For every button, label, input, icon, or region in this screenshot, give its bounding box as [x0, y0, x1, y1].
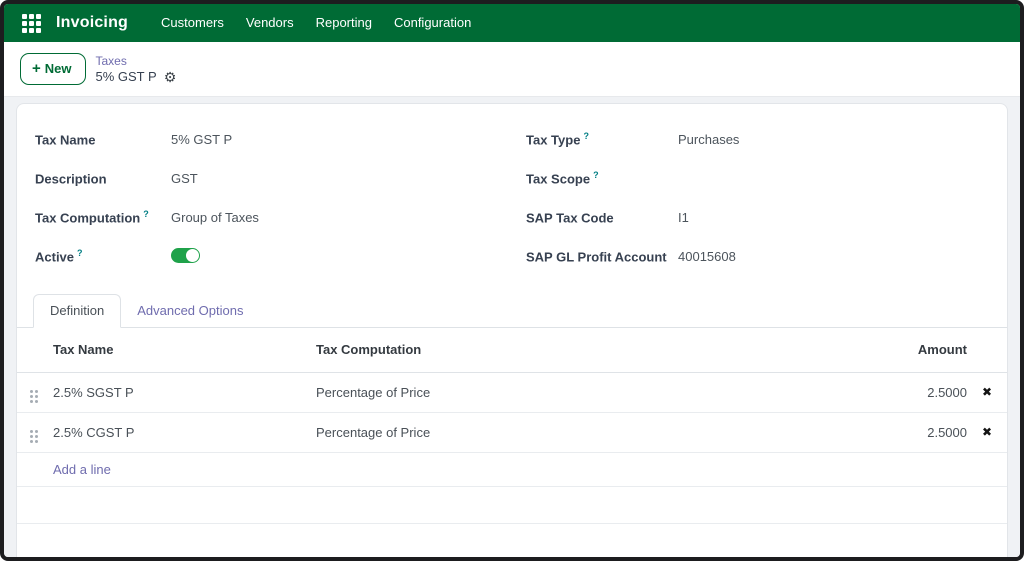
tax-scope-label: Tax Scope?: [526, 170, 599, 187]
tax-computation-label: Tax Computation?: [35, 209, 149, 226]
sap-gl-profit-account-label: SAP GL Profit Account: [526, 249, 667, 265]
field-description: Description GST: [35, 159, 486, 198]
help-icon: ?: [143, 209, 149, 220]
description-label: Description: [35, 171, 107, 187]
tax-scope-select[interactable]: [678, 171, 977, 187]
handle-column-header: [17, 328, 53, 372]
drag-handle-icon[interactable]: [30, 390, 38, 403]
field-tax-type: Tax Type? Purchases: [526, 120, 977, 159]
sap-gl-profit-account-input[interactable]: 40015608: [678, 249, 977, 265]
add-line-row: Add a line: [17, 452, 1007, 486]
help-icon: ?: [593, 170, 599, 181]
tax-type-select[interactable]: Purchases: [678, 132, 977, 148]
tab-definition[interactable]: Definition: [33, 294, 122, 328]
tax-computation-select[interactable]: Group of Taxes: [171, 210, 486, 226]
nav-item-reporting[interactable]: Reporting: [305, 4, 383, 42]
help-icon: ?: [583, 131, 589, 142]
delete-row-icon[interactable]: ✖: [967, 425, 1007, 439]
help-icon: ?: [77, 248, 83, 259]
breadcrumb-current-record: 5% GST P: [95, 68, 157, 84]
delete-row-icon[interactable]: ✖: [967, 385, 1007, 399]
nav-item-configuration[interactable]: Configuration: [383, 4, 482, 42]
row-tax-name[interactable]: 2.5% CGST P: [53, 412, 316, 452]
top-navbar: Invoicing Customers Vendors Reporting Co…: [4, 4, 1020, 42]
form-left-column: Tax Name 5% GST P Description GST Tax Co…: [35, 120, 486, 276]
field-tax-computation: Tax Computation? Group of Taxes: [35, 198, 486, 237]
description-input[interactable]: GST: [171, 171, 486, 187]
plus-icon: +: [32, 59, 41, 77]
app-brand-invoicing[interactable]: Invoicing: [56, 14, 128, 32]
breadcrumb: Taxes 5% GST P ⚙: [96, 54, 177, 85]
tax-computation-column-header[interactable]: Tax Computation: [316, 328, 857, 372]
sap-tax-code-label: SAP Tax Code: [526, 210, 614, 226]
sap-tax-code-input[interactable]: I1: [678, 210, 977, 226]
row-tax-computation[interactable]: Percentage of Price: [316, 412, 857, 452]
breadcrumb-taxes-link[interactable]: Taxes: [96, 54, 177, 69]
page-background: Tax Name 5% GST P Description GST Tax Co…: [4, 97, 1020, 557]
tab-advanced-options[interactable]: Advanced Options: [121, 295, 259, 327]
new-button-label: New: [44, 61, 72, 76]
table-header-row: Tax Name Tax Computation Amount: [17, 328, 1007, 372]
gear-icon[interactable]: ⚙: [164, 70, 177, 84]
app-window: Invoicing Customers Vendors Reporting Co…: [0, 0, 1024, 561]
tax-name-column-header[interactable]: Tax Name: [53, 328, 316, 372]
row-tax-name[interactable]: 2.5% SGST P: [53, 372, 316, 412]
tax-name-label: Tax Name: [35, 132, 96, 148]
nav-item-customers[interactable]: Customers: [150, 4, 235, 42]
active-toggle[interactable]: [171, 247, 200, 263]
delete-column-header: [967, 328, 1007, 372]
drag-handle-icon[interactable]: [30, 430, 38, 443]
notebook-tabs: Definition Advanced Options: [17, 294, 1007, 328]
control-panel: + New Taxes 5% GST P ⚙: [4, 42, 1020, 97]
new-button[interactable]: + New: [20, 53, 86, 85]
empty-table-row: [17, 486, 1007, 523]
tax-form: Tax Name 5% GST P Description GST Tax Co…: [17, 104, 1007, 282]
tax-type-label: Tax Type?: [526, 131, 589, 148]
add-a-line-link[interactable]: Add a line: [53, 462, 111, 477]
form-sheet: Tax Name 5% GST P Description GST Tax Co…: [16, 103, 1008, 557]
row-tax-computation[interactable]: Percentage of Price: [316, 372, 857, 412]
tax-name-input[interactable]: 5% GST P: [171, 132, 486, 148]
child-taxes-table: Tax Name Tax Computation Amount 2.5% SGS…: [17, 328, 1007, 524]
table-row[interactable]: 2.5% CGST P Percentage of Price 2.5000 ✖: [17, 412, 1007, 452]
apps-grid-icon[interactable]: [20, 12, 42, 34]
active-label: Active?: [35, 248, 83, 265]
row-amount[interactable]: 2.5000: [857, 412, 967, 452]
form-right-column: Tax Type? Purchases Tax Scope? SAP Tax C…: [526, 120, 977, 276]
table-row[interactable]: 2.5% SGST P Percentage of Price 2.5000 ✖: [17, 372, 1007, 412]
amount-column-header[interactable]: Amount: [857, 328, 967, 372]
toggle-knob: [186, 248, 199, 262]
nav-item-vendors[interactable]: Vendors: [235, 4, 305, 42]
field-tax-name: Tax Name 5% GST P: [35, 120, 486, 159]
row-amount[interactable]: 2.5000: [857, 372, 967, 412]
field-sap-gl-profit-account: SAP GL Profit Account 40015608: [526, 237, 977, 276]
field-active: Active?: [35, 237, 486, 276]
field-sap-tax-code: SAP Tax Code I1: [526, 198, 977, 237]
field-tax-scope: Tax Scope?: [526, 159, 977, 198]
